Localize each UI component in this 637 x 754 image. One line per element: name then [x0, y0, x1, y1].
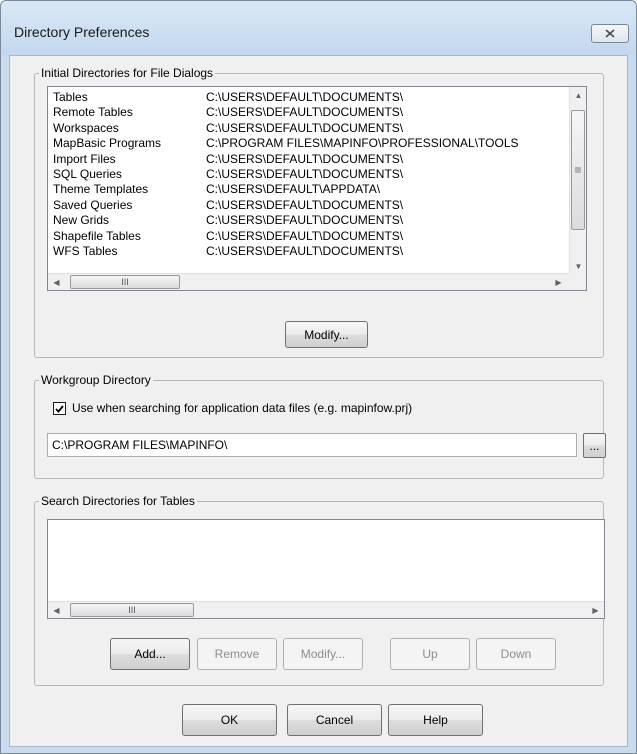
ok-button[interactable]: OK — [182, 704, 277, 736]
initial-directories-legend: Initial Directories for File Dialogs — [41, 66, 214, 80]
directory-row[interactable]: Saved Queries C:\USERS\DEFAULT\DOCUMENTS\ — [48, 198, 569, 213]
directory-row[interactable]: Shapefile Tables C:\USERS\DEFAULT\DOCUMEN… — [48, 229, 569, 244]
scroll-corner — [569, 273, 586, 290]
directory-type: Shapefile Tables — [53, 228, 141, 243]
dialog-title: Directory Preferences — [14, 24, 150, 40]
scroll-grip-label: III — [128, 605, 136, 615]
scroll-right-arrow-icon[interactable]: ▶ — [550, 274, 567, 290]
search-directories-legend: Search Directories for Tables — [41, 494, 195, 508]
up-button[interactable]: Up — [390, 638, 470, 670]
down-button[interactable]: Down — [476, 638, 556, 670]
use-workgroup-label[interactable]: Use when searching for application data … — [72, 401, 412, 415]
dialog-body: Initial Directories for File Dialogs Tab… — [9, 55, 628, 747]
checkmark-icon — [55, 404, 64, 413]
remove-button[interactable]: Remove — [197, 638, 277, 670]
modify-directory-button[interactable]: Modify... — [285, 321, 368, 348]
directory-row[interactable]: SQL Queries C:\USERS\DEFAULT\DOCUMENTS\ — [48, 167, 569, 182]
directory-row[interactable]: MapBasic Programs C:\PROGRAM FILES\MAPINF… — [48, 136, 569, 151]
up-label: Up — [422, 647, 438, 661]
grip-icon — [575, 167, 581, 173]
ok-label: OK — [220, 713, 239, 727]
cancel-button[interactable]: Cancel — [287, 704, 382, 736]
directory-path: C:\USERS\DEFAULT\DOCUMENTS\ — [206, 213, 404, 228]
directory-type: WFS Tables — [53, 244, 118, 258]
directory-type: New Grids — [53, 213, 110, 228]
scroll-left-arrow-icon[interactable]: ◀ — [48, 274, 65, 290]
search-directories-list[interactable]: ◀ III ▶ — [47, 519, 605, 619]
down-label: Down — [500, 647, 532, 661]
directory-row[interactable]: Theme Templates C:\USERS\DEFAULT\APPDATA\ — [48, 182, 569, 197]
directory-type: Saved Queries — [53, 197, 133, 212]
help-label: Help — [423, 713, 448, 727]
directory-path: C:\PROGRAM FILES\MAPINFO\PROFESSIONAL\TO… — [206, 136, 519, 151]
browse-button[interactable]: ... — [583, 433, 606, 458]
directory-row[interactable]: WFS Tables C:\USERS\DEFAULT\DOCUMENTS\ — [48, 244, 569, 259]
directory-type: Import Files — [53, 151, 116, 166]
close-button[interactable] — [591, 24, 629, 43]
vertical-scroll-thumb[interactable] — [571, 110, 585, 230]
cancel-label: Cancel — [315, 713, 354, 727]
workgroup-path-input[interactable] — [47, 433, 577, 457]
directory-path: C:\USERS\DEFAULT\DOCUMENTS\ — [206, 105, 404, 120]
directory-type: Tables — [53, 90, 88, 104]
dialog-window: Directory Preferences Initial Directorie… — [0, 0, 637, 754]
modify-search-label: Modify... — [300, 647, 346, 661]
directory-path: C:\USERS\DEFAULT\DOCUMENTS\ — [206, 244, 404, 258]
workgroup-directory-legend: Workgroup Directory — [41, 373, 151, 387]
workgroup-directory-group: Workgroup Directory — [34, 373, 604, 479]
scroll-right-arrow-icon[interactable]: ▶ — [587, 602, 604, 618]
list-horizontal-scrollbar[interactable]: ◀ III ▶ — [48, 273, 569, 290]
directory-row[interactable]: Tables C:\USERS\DEFAULT\DOCUMENTS\ — [48, 90, 569, 105]
help-button[interactable]: Help — [388, 704, 483, 736]
directory-row[interactable]: Remote Tables C:\USERS\DEFAULT\DOCUMENTS\ — [48, 105, 569, 120]
browse-label: ... — [589, 438, 600, 453]
close-icon — [605, 29, 615, 38]
modify-directory-label: Modify... — [304, 327, 349, 342]
directory-type: SQL Queries — [53, 167, 122, 181]
add-button[interactable]: Add... — [110, 638, 190, 670]
horizontal-scroll-thumb[interactable]: III — [70, 275, 180, 289]
scroll-grip-label: III — [121, 277, 129, 287]
scroll-left-arrow-icon[interactable]: ◀ — [48, 602, 65, 618]
initial-directories-list[interactable]: Tables C:\USERS\DEFAULT\DOCUMENTS\ Remote … — [47, 86, 587, 291]
directory-path: C:\USERS\DEFAULT\DOCUMENTS\ — [206, 197, 404, 212]
directory-path: C:\USERS\DEFAULT\DOCUMENTS\ — [206, 228, 404, 243]
directory-path: C:\USERS\DEFAULT\DOCUMENTS\ — [206, 90, 404, 104]
directory-row[interactable]: Workspaces C:\USERS\DEFAULT\DOCUMENTS\ — [48, 121, 569, 136]
directory-row[interactable]: New Grids C:\USERS\DEFAULT\DOCUMENTS\ — [48, 213, 569, 228]
add-label: Add... — [134, 647, 166, 661]
directory-type: Remote Tables — [53, 105, 133, 120]
directory-path: C:\USERS\DEFAULT\DOCUMENTS\ — [206, 167, 404, 181]
directory-path: C:\USERS\DEFAULT\DOCUMENTS\ — [206, 151, 404, 166]
scroll-up-arrow-icon[interactable]: ▲ — [570, 87, 586, 104]
directory-type: Workspaces — [53, 120, 119, 135]
directory-row[interactable]: Import Files C:\USERS\DEFAULT\DOCUMENTS\ — [48, 152, 569, 167]
directory-type: MapBasic Programs — [53, 136, 162, 151]
directory-path: C:\USERS\DEFAULT\DOCUMENTS\ — [206, 120, 404, 135]
directory-path: C:\USERS\DEFAULT\APPDATA\ — [206, 182, 381, 197]
search-list-horizontal-scrollbar[interactable]: ◀ III ▶ — [48, 601, 604, 618]
directory-type: Theme Templates — [53, 182, 149, 197]
list-vertical-scrollbar[interactable]: ▲ ▼ — [569, 87, 586, 275]
modify-search-button[interactable]: Modify... — [283, 638, 363, 670]
remove-label: Remove — [214, 647, 260, 661]
horizontal-scroll-thumb[interactable]: III — [70, 603, 194, 617]
title-bar[interactable]: Directory Preferences — [1, 1, 636, 55]
use-workgroup-checkbox[interactable] — [53, 402, 66, 415]
